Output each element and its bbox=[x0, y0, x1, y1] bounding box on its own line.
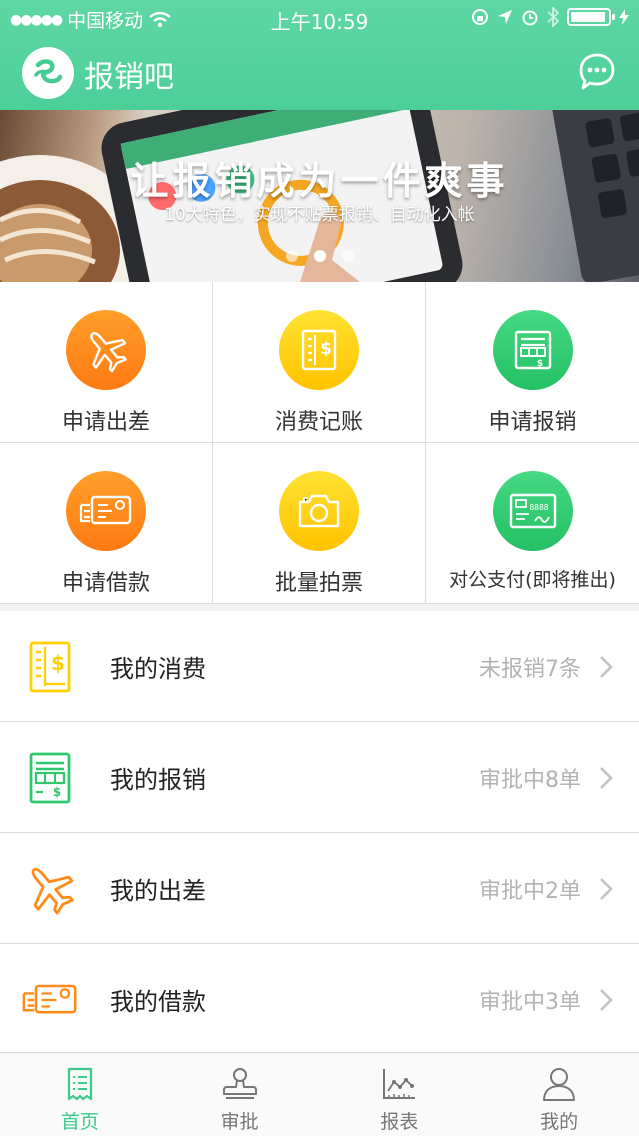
loan-card-icon bbox=[22, 972, 78, 1028]
action-label: 消费记账 bbox=[274, 410, 363, 435]
list-item-value: 审批中3单 bbox=[479, 990, 581, 1015]
action-label: 对公支付(即将推出) bbox=[449, 569, 616, 591]
svg-text:$: $ bbox=[320, 339, 332, 359]
user-icon bbox=[543, 1068, 576, 1101]
chevron-right-icon bbox=[600, 767, 613, 789]
banner-pager[interactable] bbox=[0, 250, 639, 262]
summary-list: $ 我的消费 未报销7条 $ 我的报销 审批中8单 我的出差 审批中2单 我的借… bbox=[0, 611, 639, 1055]
list-item-label: 我的借款 bbox=[110, 988, 206, 1016]
location-icon bbox=[498, 10, 512, 24]
stamp-icon bbox=[222, 1068, 257, 1099]
top-bar: ●●●●● 中国移动 上午10:59 报销吧 bbox=[0, 0, 639, 110]
action-label: 批量拍票 bbox=[274, 571, 363, 596]
app-title: 报销吧 bbox=[84, 60, 174, 95]
home-receipt-icon bbox=[67, 1067, 92, 1101]
camera-icon bbox=[279, 471, 359, 551]
chevron-right-icon bbox=[600, 878, 613, 900]
status-bar: ●●●●● 中国移动 上午10:59 bbox=[0, 0, 639, 36]
airplane-icon bbox=[22, 861, 78, 917]
list-item-label: 我的消费 bbox=[110, 655, 206, 683]
action-label: 申请出差 bbox=[61, 410, 150, 435]
list-item-value: 未报销7条 bbox=[479, 657, 581, 682]
tab-mine[interactable]: 我的 bbox=[479, 1053, 639, 1136]
action-record-expense[interactable]: $ 消费记账 bbox=[213, 282, 426, 443]
svg-text:$: $ bbox=[53, 785, 61, 799]
tab-approval[interactable]: 审批 bbox=[160, 1053, 320, 1136]
tab-bar: 首页 审批 报表 我的 bbox=[0, 1052, 639, 1136]
pager-dot-active[interactable] bbox=[313, 250, 326, 262]
action-batch-photo[interactable]: 批量拍票 bbox=[213, 443, 426, 604]
list-item-my-expenses[interactable]: $ 我的消费 未报销7条 bbox=[0, 611, 639, 722]
list-item-my-loans[interactable]: 我的借款 审批中3单 bbox=[0, 944, 639, 1055]
action-apply-reimbursement[interactable]: $ 申请报销 bbox=[426, 282, 639, 443]
loan-card-icon bbox=[66, 471, 146, 551]
pager-dot[interactable] bbox=[285, 250, 298, 262]
check-payment-icon: 8888 bbox=[492, 471, 573, 551]
bluetooth-icon bbox=[547, 7, 559, 27]
svg-text:8888: 8888 bbox=[529, 503, 548, 512]
svg-text:$: $ bbox=[51, 651, 65, 675]
airplane-icon bbox=[66, 310, 146, 390]
app-logo-icon bbox=[22, 47, 74, 99]
nav-bar: 报销吧 bbox=[0, 36, 639, 110]
chat-icon[interactable] bbox=[575, 50, 619, 94]
list-item-label: 我的出差 bbox=[110, 877, 206, 905]
tab-label: 报表 bbox=[380, 1111, 419, 1133]
svg-text:$: $ bbox=[536, 359, 542, 369]
tab-label: 审批 bbox=[220, 1111, 259, 1133]
invoice-icon: $ bbox=[492, 310, 573, 390]
list-item-label: 我的报销 bbox=[110, 766, 206, 794]
banner-headline: 让报销成为一件爽事 bbox=[130, 159, 509, 203]
list-item-my-reimbursements[interactable]: $ 我的报销 审批中8单 bbox=[0, 722, 639, 833]
tab-reports[interactable]: 报表 bbox=[320, 1053, 480, 1136]
action-apply-loan[interactable]: 申请借款 bbox=[0, 443, 213, 604]
list-item-value: 审批中8单 bbox=[479, 768, 581, 793]
rotation-lock-icon bbox=[472, 9, 488, 25]
chevron-right-icon bbox=[600, 656, 613, 678]
invoice-icon: $ bbox=[22, 750, 78, 806]
receipt-dollar-icon: $ bbox=[22, 639, 78, 695]
receipt-dollar-icon: $ bbox=[279, 310, 359, 390]
tab-home[interactable]: 首页 bbox=[0, 1053, 160, 1136]
quick-actions-grid: 申请出差 $ 消费记账 $ 申请报销 申请借款 批量拍票 8888 对公支付(即… bbox=[0, 282, 639, 604]
action-apply-trip[interactable]: 申请出差 bbox=[0, 282, 213, 443]
action-label: 申请借款 bbox=[61, 571, 150, 596]
charging-icon bbox=[619, 9, 629, 25]
list-item-value: 审批中2单 bbox=[479, 879, 581, 904]
chevron-right-icon bbox=[600, 989, 613, 1011]
status-right bbox=[471, 7, 629, 27]
battery-icon bbox=[567, 8, 615, 26]
tab-label: 我的 bbox=[540, 1111, 579, 1133]
action-corporate-payment[interactable]: 8888 对公支付(即将推出) bbox=[426, 443, 639, 604]
tab-label: 首页 bbox=[60, 1111, 99, 1133]
alarm-icon bbox=[522, 10, 538, 26]
chart-icon bbox=[383, 1069, 416, 1099]
pager-dot[interactable] bbox=[341, 250, 354, 262]
action-label: 申请报销 bbox=[488, 410, 577, 435]
promo-banner[interactable]: 让报销成为一件爽事 10大特色，实现不贴票报销、自动化入帐 bbox=[0, 110, 639, 282]
list-item-my-trips[interactable]: 我的出差 审批中2单 bbox=[0, 833, 639, 944]
banner-subline: 10大特色，实现不贴票报销、自动化入帐 bbox=[164, 205, 475, 225]
